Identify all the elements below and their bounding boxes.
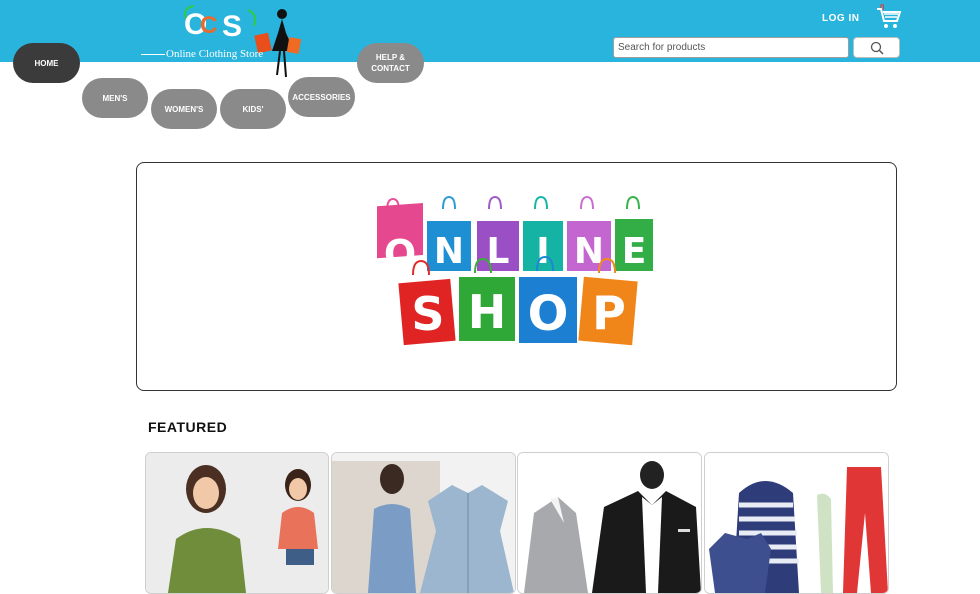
casual-wear-photo	[705, 453, 888, 593]
logo-letter-s: S	[222, 10, 243, 43]
women-tops-photo	[146, 453, 328, 593]
featured-product-card[interactable]	[331, 452, 516, 594]
featured-product-card[interactable]	[145, 452, 329, 594]
nav-help-line2: CONTACT	[371, 64, 410, 73]
nav-accessories[interactable]: ACCESSORIES	[288, 77, 355, 117]
logo-rule	[141, 54, 165, 55]
banner-letter-o2: O	[528, 286, 569, 342]
mens-blazers-photo	[518, 453, 701, 593]
nav-home[interactable]: HOME	[13, 43, 80, 83]
nav-mens[interactable]: MEN'S	[82, 78, 148, 118]
banner-letter-o: O	[384, 232, 416, 276]
featured-product-card[interactable]	[517, 452, 702, 594]
banner-letter-n1: N	[434, 231, 464, 272]
banner-letter-h: H	[468, 285, 507, 339]
login-link[interactable]: LOG IN	[822, 13, 859, 24]
featured-product-card[interactable]	[704, 452, 889, 594]
online-shop-banner-graphic: .bl { font-family:"DejaVu Sans", sans-se…	[377, 195, 653, 346]
featured-heading: FEATURED	[148, 419, 228, 435]
hero-banner[interactable]: .bl { font-family:"DejaVu Sans", sans-se…	[136, 162, 897, 391]
logo-letter-c: C	[200, 12, 218, 39]
product-search-input[interactable]	[613, 37, 849, 58]
banner-letter-p: P	[592, 286, 626, 340]
logo-tagline: Online Clothing Store	[166, 48, 264, 60]
nav-help-contact[interactable]: HELP & CONTACT	[357, 43, 424, 83]
search-button[interactable]	[853, 37, 900, 58]
search-icon	[870, 41, 884, 55]
shopping-cart-icon[interactable]	[876, 6, 902, 30]
banner-letter-s: S	[411, 287, 444, 341]
nav-kids[interactable]: KIDS'	[220, 89, 286, 129]
nav-help-line1: HELP &	[375, 53, 406, 62]
nav-womens[interactable]: WOMEN'S	[151, 89, 217, 129]
banner-letter-e: E	[622, 231, 647, 272]
denim-dress-photo	[332, 453, 515, 593]
